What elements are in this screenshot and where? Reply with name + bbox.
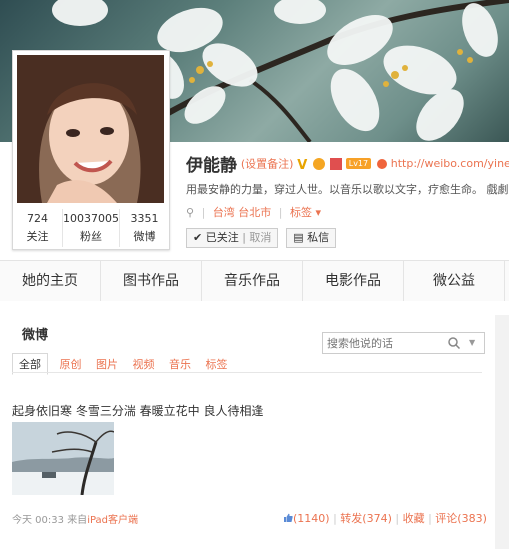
stat-following[interactable]: 724 关注 <box>13 209 63 247</box>
divider <box>12 372 482 373</box>
filter-tags[interactable]: 标签 <box>206 356 228 372</box>
section-gap <box>0 301 509 315</box>
favorite-button[interactable]: 收藏 <box>403 512 425 525</box>
feed-search: ▼ <box>322 332 485 354</box>
mail-icon: ▤ <box>293 231 304 244</box>
search-icon[interactable] <box>447 336 461 350</box>
profile-url-link[interactable]: http://weibo.com/yinengjing <box>391 157 509 170</box>
tab-movies[interactable]: 电影作品 <box>303 261 404 301</box>
stat-following-label: 关注 <box>26 230 49 243</box>
like-icon <box>284 513 293 522</box>
set-remark-link[interactable]: (设置备注) <box>241 158 294 171</box>
member-icon <box>313 157 326 170</box>
stat-posts[interactable]: 3351 微博 <box>120 209 169 247</box>
profile-nav: 她的主页 图书作品 音乐作品 电影作品 微公益 <box>0 260 509 302</box>
stat-followers[interactable]: 10037005 粉丝 <box>63 209 120 247</box>
filter-videos[interactable]: 视频 <box>133 356 155 372</box>
set-remark-text[interactable]: (设置备注) <box>241 158 294 171</box>
stat-posts-count: 3351 <box>130 212 159 225</box>
stat-followers-label: 粉丝 <box>80 230 102 243</box>
profile-actions: ✔ 已关注 | 取消 ▤ 私信 <box>186 228 337 248</box>
level-badge[interactable]: Lv17 <box>345 158 372 169</box>
post-image[interactable] <box>12 422 114 495</box>
message-label: 私信 <box>307 231 330 244</box>
stat-following-count: 724 <box>27 212 48 225</box>
tab-home[interactable]: 她的主页 <box>0 261 101 301</box>
repost-button[interactable]: 转发(374) <box>340 512 392 525</box>
profile-name-row: 伊能静 (设置备注) V Lv17 http://weibo.com/yinen… <box>186 151 509 175</box>
search-input[interactable] <box>327 333 445 353</box>
post-time[interactable]: 今天 00:33 <box>12 515 64 526</box>
post-source-prefix: 来自 <box>67 515 88 526</box>
check-icon: ✔ <box>193 231 203 244</box>
followed-button[interactable]: ✔ 已关注 | 取消 <box>186 228 279 248</box>
profile-location-row: ⚲ | 台湾 台北市 | 标签 ▾ <box>186 204 321 220</box>
verified-v-icon: V <box>297 157 308 173</box>
avatar[interactable] <box>17 55 164 203</box>
comment-button[interactable]: 评论(383) <box>435 512 487 525</box>
filter-music[interactable]: 音乐 <box>169 356 191 372</box>
profile-stats: 724 关注 10037005 粉丝 3351 微博 <box>13 209 169 247</box>
stat-posts-label: 微博 <box>133 230 156 243</box>
tab-books[interactable]: 图书作品 <box>101 261 202 301</box>
chevron-down-icon[interactable]: ▼ <box>469 336 475 350</box>
message-button[interactable]: ▤ 私信 <box>286 228 337 248</box>
divider: | <box>278 206 283 219</box>
tab-charity[interactable]: 微公益 <box>404 261 505 301</box>
divider: | <box>201 206 206 219</box>
chevron-down-icon[interactable]: ▾ <box>316 206 322 219</box>
location-pin-icon: ⚲ <box>186 206 195 219</box>
location-link[interactable]: 台湾 台北市 <box>213 206 272 219</box>
filter-pictures[interactable]: 图片 <box>96 356 118 372</box>
profile-name: 伊能静 <box>186 156 237 175</box>
like-count: (1140) <box>293 512 330 525</box>
tags-link[interactable]: 标签 <box>290 206 312 219</box>
stat-followers-count: 10037005 <box>63 212 119 225</box>
post-actions: (1140) | 转发(374) | 收藏 | 评论(383) <box>283 510 487 526</box>
post-source[interactable]: iPad客户端 <box>87 515 138 526</box>
avatar-card: 724 关注 10037005 粉丝 3351 微博 <box>12 50 170 250</box>
filter-original[interactable]: 原创 <box>60 356 82 372</box>
post-meta: 今天 00:33 来自iPad客户端 <box>12 511 138 526</box>
tab-music[interactable]: 音乐作品 <box>202 261 303 301</box>
page-edge <box>495 315 509 549</box>
profile-intro: 用最安静的力量，穿过人世。以音乐以歌以文字，疗愈生命。 戲劇闡釋13 <box>186 183 509 196</box>
like-button[interactable]: (1140) <box>283 512 333 525</box>
feed-title: 微博 <box>22 328 49 343</box>
weibo-logo-icon <box>376 158 387 169</box>
medal-icon <box>329 157 342 170</box>
unfollow-link[interactable]: 取消 <box>249 231 271 244</box>
followed-label: 已关注 <box>205 231 239 244</box>
weibo-feed: 微博 ▼ 全部 原创 图片 视频 音乐 标签 起身依旧寒 冬雪三分湍 春暖立花中… <box>0 315 495 549</box>
post-text: 起身依旧寒 冬雪三分湍 春暖立花中 良人待相逢 <box>12 404 264 418</box>
